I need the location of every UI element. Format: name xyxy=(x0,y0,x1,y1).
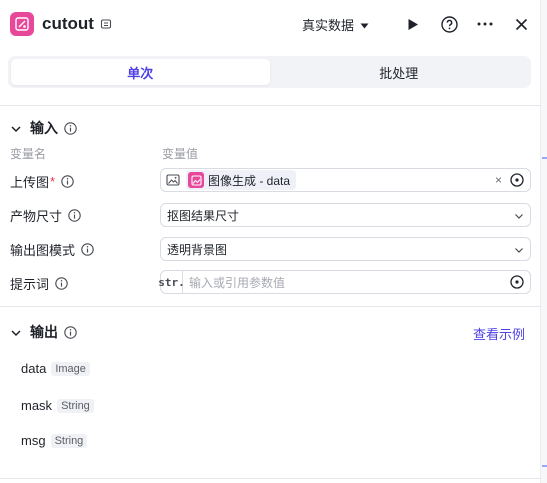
info-icon[interactable] xyxy=(81,243,94,256)
info-icon[interactable] xyxy=(68,209,81,222)
prompt-input-field[interactable]: str. 输入或引用参数值 xyxy=(158,270,531,294)
info-icon[interactable] xyxy=(64,325,77,339)
param-label-prompt: 提示词 xyxy=(10,274,68,293)
help-icon[interactable] xyxy=(439,14,459,34)
output-field-name: msg xyxy=(21,433,46,448)
output-size-value: 抠图结果尺寸 xyxy=(167,208,240,223)
column-header-name: 变量名 xyxy=(10,147,47,161)
prompt-placeholder: 输入或引用参数值 xyxy=(189,275,286,290)
tab-single[interactable]: 单次 xyxy=(11,59,270,85)
type-badge: String xyxy=(57,398,94,413)
chevron-down-icon xyxy=(514,244,524,254)
output-field-data: data Image xyxy=(21,361,90,376)
output-field-msg: msg String xyxy=(21,433,88,448)
node-config-panel: cutout 真实数据 单次 批处理 输入 变量名 变量值 上传图 * 图像生成… xyxy=(0,0,541,483)
param-label-text: 输出图模式 xyxy=(10,243,76,258)
param-label-text: 产物尺寸 xyxy=(10,209,63,224)
column-header-value: 变量值 xyxy=(162,147,199,161)
output-field-mask: mask String xyxy=(21,398,94,413)
output-heading: 输出 xyxy=(30,324,58,340)
param-label-output-size: 产物尺寸 xyxy=(10,206,81,225)
node-title[interactable]: cutout xyxy=(42,14,94,34)
caret-down-icon xyxy=(360,17,369,32)
output-size-select[interactable]: 抠图结果尺寸 xyxy=(160,203,531,227)
connection-line xyxy=(542,157,547,159)
rename-icon[interactable] xyxy=(100,18,112,30)
image-generation-node-icon xyxy=(188,172,204,188)
param-label-text: 上传图 xyxy=(10,175,50,190)
string-type-prefix: str. xyxy=(158,271,185,293)
panel-header: cutout 真实数据 xyxy=(0,0,541,48)
connection-line xyxy=(542,465,547,467)
type-badge: String xyxy=(50,433,88,448)
param-label-text: 提示词 xyxy=(10,277,50,292)
clear-reference-icon[interactable]: × xyxy=(495,173,502,187)
reference-tag[interactable]: 图像生成 - data xyxy=(186,170,297,190)
divider xyxy=(0,306,541,307)
output-field-name: mask xyxy=(21,398,53,413)
variable-reference-icon[interactable] xyxy=(510,275,524,289)
info-icon[interactable] xyxy=(61,175,74,188)
chevron-down-icon xyxy=(10,122,22,134)
input-section-toggle[interactable]: 输入 xyxy=(10,118,77,138)
data-mode-select[interactable]: 真实数据 xyxy=(302,15,369,34)
data-mode-label: 真实数据 xyxy=(301,17,354,33)
header-actions: 真实数据 xyxy=(302,14,531,34)
close-icon[interactable] xyxy=(511,14,531,34)
view-example-link[interactable]: 查看示例 xyxy=(473,324,525,343)
chevron-down-icon xyxy=(10,326,22,338)
chevron-down-icon xyxy=(514,210,524,220)
run-button[interactable] xyxy=(403,14,423,34)
info-icon[interactable] xyxy=(64,121,77,135)
run-mode-tabs: 单次 批处理 xyxy=(8,56,531,88)
input-heading: 输入 xyxy=(30,120,58,136)
param-label-output-mode: 输出图模式 xyxy=(10,240,94,259)
upload-image-reference-field[interactable]: 图像生成 - data × xyxy=(160,168,531,192)
divider xyxy=(0,478,541,479)
info-icon[interactable] xyxy=(55,277,68,290)
output-field-name: data xyxy=(21,361,47,376)
magic-cut-icon xyxy=(10,12,34,36)
tab-batch[interactable]: 批处理 xyxy=(270,59,529,85)
output-mode-select[interactable]: 透明背景图 xyxy=(160,237,531,261)
output-section-toggle[interactable]: 输出 xyxy=(10,322,77,342)
image-type-icon xyxy=(166,173,180,187)
divider xyxy=(0,105,541,106)
type-badge: Image xyxy=(51,361,90,376)
canvas-edge xyxy=(541,0,547,483)
reference-tag-label: 图像生成 - data xyxy=(208,173,291,188)
variable-reference-icon[interactable] xyxy=(510,173,524,187)
param-label-upload-image: 上传图 * xyxy=(10,172,74,191)
more-icon[interactable] xyxy=(475,14,495,34)
required-mark: * xyxy=(50,174,56,189)
output-mode-value: 透明背景图 xyxy=(167,242,228,257)
